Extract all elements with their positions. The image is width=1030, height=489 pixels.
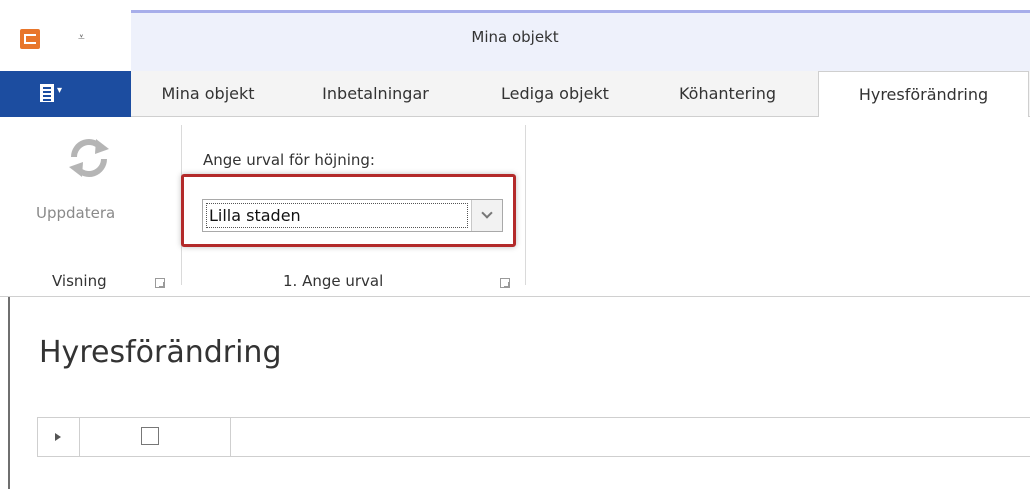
group-label-visning: Visning bbox=[52, 272, 107, 290]
tab-lediga-objekt[interactable]: Lediga objekt bbox=[474, 71, 636, 117]
chevron-down-icon bbox=[481, 207, 493, 219]
tab-inbetalningar[interactable]: Inbetalningar bbox=[283, 71, 468, 117]
select-all-column bbox=[79, 418, 231, 456]
visning-launcher-icon[interactable] bbox=[155, 278, 165, 288]
tab-hyresforandring[interactable]: Hyresförändring bbox=[818, 71, 1029, 118]
select-all-checkbox[interactable] bbox=[141, 427, 159, 445]
urval-dropdown[interactable]: Lilla staden bbox=[202, 199, 503, 232]
urval-value[interactable]: Lilla staden bbox=[206, 203, 468, 228]
group-label-ange-urval: 1. Ange urval bbox=[283, 272, 384, 290]
file-menu-button[interactable]: ▾ bbox=[0, 71, 131, 117]
urval-label: Ange urval för höjning: bbox=[203, 151, 375, 169]
page-title: Hyresförändring bbox=[39, 335, 282, 370]
group-separator bbox=[525, 125, 526, 285]
title-bar: ⩡ Mina objekt bbox=[0, 0, 1030, 71]
content-panel: Hyresförändring bbox=[8, 297, 1030, 489]
window-title: Mina objekt bbox=[471, 28, 559, 46]
tab-mina-objekt[interactable]: Mina objekt bbox=[138, 71, 278, 117]
ribbon: Uppdatera Visning Ange urval för höjning… bbox=[0, 117, 1030, 297]
ribbon-tab-row: ▾ Mina objekt Inbetalningar Lediga objek… bbox=[0, 71, 1030, 118]
refresh-icon[interactable] bbox=[66, 135, 112, 181]
row-indicator-icon bbox=[38, 418, 80, 456]
grid-header bbox=[37, 417, 1030, 457]
file-menu-icon bbox=[40, 84, 54, 102]
tab-kohantering[interactable]: Köhantering bbox=[640, 71, 815, 117]
urval-launcher-icon[interactable] bbox=[500, 278, 510, 288]
refresh-button[interactable]: Uppdatera bbox=[36, 204, 115, 222]
dropdown-button[interactable] bbox=[471, 200, 502, 231]
chevron-down-icon: ▾ bbox=[57, 85, 63, 96]
